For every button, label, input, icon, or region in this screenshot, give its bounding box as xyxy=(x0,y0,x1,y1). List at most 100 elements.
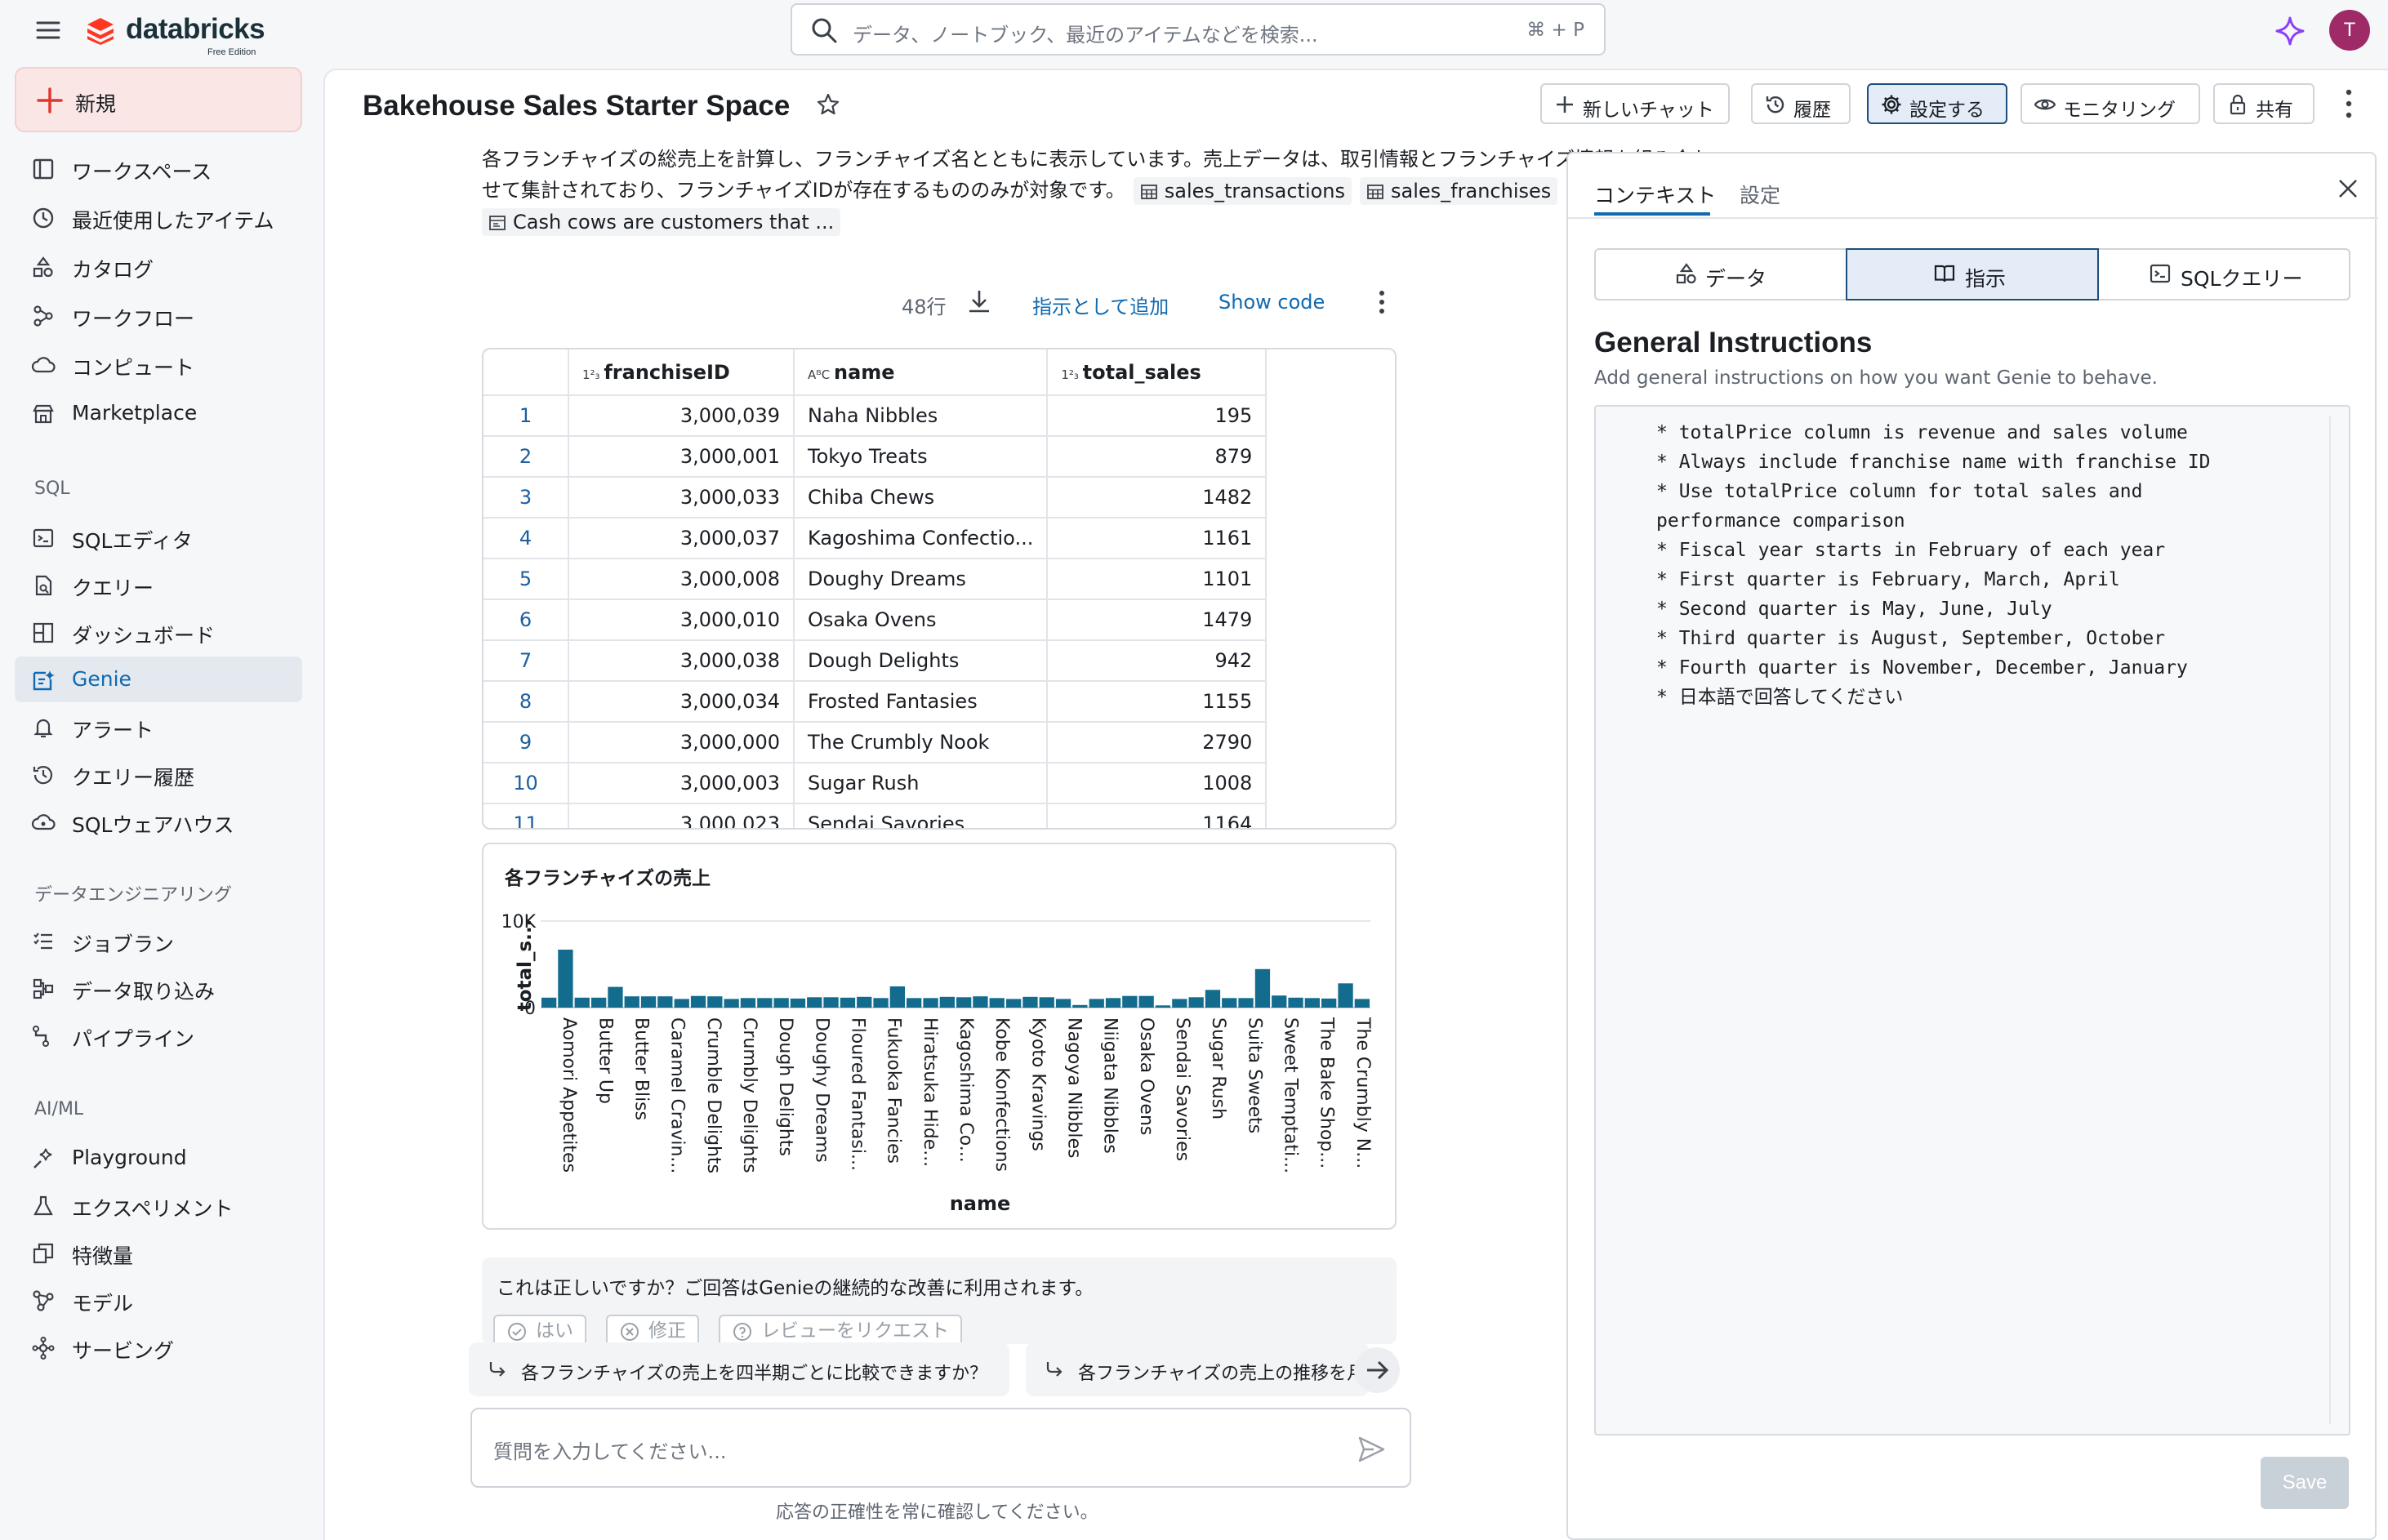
chart-bar[interactable] xyxy=(1188,997,1204,1008)
chart-bar[interactable] xyxy=(807,997,822,1008)
column-header-name[interactable]: AᴮC name xyxy=(794,349,1049,396)
history-button[interactable]: 履歴 xyxy=(1751,83,1851,124)
download-icon[interactable] xyxy=(965,287,993,315)
chart-bar[interactable] xyxy=(1089,999,1104,1008)
sidebar-item-alerts[interactable]: アラート xyxy=(15,704,302,750)
more-options-icon[interactable] xyxy=(1374,287,1390,317)
table-row[interactable]: 9 3,000,000 The Crumbly Nook 2790 xyxy=(483,722,1268,763)
sidebar-item-serving[interactable]: サービング xyxy=(15,1324,302,1370)
next-suggestions-button[interactable] xyxy=(1354,1347,1400,1393)
send-icon[interactable] xyxy=(1356,1434,1387,1465)
user-avatar[interactable]: T xyxy=(2329,10,2370,51)
assistant-sparkle-icon[interactable] xyxy=(2274,15,2306,47)
sidebar-item-workflows[interactable]: ワークフロー xyxy=(15,292,302,338)
chart-bar[interactable] xyxy=(973,996,988,1008)
chart-bar[interactable] xyxy=(1072,1004,1088,1008)
chart-bar[interactable] xyxy=(907,998,922,1008)
sidebar-item-catalog[interactable]: カタログ xyxy=(15,243,302,289)
table-row[interactable]: 1 3,000,039 Naha Nibbles 195 xyxy=(483,395,1268,437)
chart-bar[interactable] xyxy=(1304,998,1320,1008)
chart-bar[interactable] xyxy=(657,996,673,1008)
chart-bar[interactable] xyxy=(690,995,706,1008)
sidebar-item-workspace[interactable]: ワークスペース xyxy=(15,145,302,191)
chart-bar[interactable] xyxy=(1055,999,1071,1008)
chart-bar[interactable] xyxy=(1222,998,1237,1008)
chart-bar[interactable] xyxy=(1272,995,1287,1008)
chart-bar[interactable] xyxy=(857,996,872,1008)
sidebar-item-sql-warehouses[interactable]: SQLウェアハウス xyxy=(15,799,302,844)
sidebar-item-features[interactable]: 特徴量 xyxy=(15,1230,302,1275)
chart-bar[interactable] xyxy=(989,998,1005,1008)
sidebar-item-marketplace[interactable]: Marketplace xyxy=(15,390,302,436)
question-input[interactable]: 質問を入力してください... xyxy=(470,1408,1411,1488)
table-row[interactable]: 8 3,000,034 Frosted Fantasies 1155 xyxy=(483,681,1268,723)
chart-bar[interactable] xyxy=(640,996,657,1008)
table-row[interactable]: 3 3,000,033 Chiba Chews 1482 xyxy=(483,477,1268,519)
chart-bar[interactable] xyxy=(1338,983,1353,1008)
chart-bar[interactable] xyxy=(773,998,789,1008)
instruction-chip[interactable]: Cash cows are customers that ... xyxy=(482,208,841,236)
chart-bar[interactable] xyxy=(1172,999,1187,1008)
column-header-total-sales[interactable]: 1²₃ total_sales xyxy=(1047,349,1268,396)
request-review-button[interactable]: レビューをリクエスト xyxy=(719,1315,962,1344)
configure-button[interactable]: 設定する xyxy=(1867,83,2007,124)
sidebar-item-dashboards[interactable]: ダッシュボード xyxy=(15,609,302,655)
menu-icon[interactable] xyxy=(33,15,64,46)
chart-bar[interactable] xyxy=(674,999,689,1008)
sidebar-item-sql-editor[interactable]: SQLエディタ xyxy=(15,514,302,560)
chart-bar[interactable] xyxy=(558,950,573,1008)
chart-bar[interactable] xyxy=(956,997,972,1008)
chart-bar[interactable] xyxy=(1105,998,1121,1008)
chart-bar[interactable] xyxy=(1039,997,1054,1008)
fix-button[interactable]: 修正 xyxy=(606,1315,699,1344)
chart-bar[interactable] xyxy=(873,998,889,1008)
more-options-icon[interactable] xyxy=(2334,85,2363,122)
chart-bar[interactable] xyxy=(541,997,557,1008)
chart-bar[interactable] xyxy=(1155,1005,1171,1008)
sidebar-item-experiments[interactable]: エクスペリメント xyxy=(15,1182,302,1228)
sidebar-item-genie[interactable]: Genie xyxy=(15,657,302,702)
share-button[interactable]: 共有 xyxy=(2213,83,2314,124)
table-row[interactable]: 2 3,000,001 Tokyo Treats 879 xyxy=(483,436,1268,478)
chart-bar[interactable] xyxy=(889,986,905,1008)
save-button[interactable]: Save xyxy=(2261,1457,2349,1509)
sidebar-item-compute[interactable]: コンピュート xyxy=(15,341,302,387)
chart-bar[interactable] xyxy=(591,997,607,1008)
search-input[interactable]: データ、ノートブック、最近のアイテムなどを検索... ⌘ + P xyxy=(791,3,1606,56)
sidebar-item-query-history[interactable]: クエリー履歴 xyxy=(15,751,302,797)
sidebar-item-pipelines[interactable]: パイプライン xyxy=(15,1013,302,1058)
suggestion-chip[interactable]: 各フランチャイズの売上の推移を月 xyxy=(1026,1342,1369,1396)
segment-sql-queries[interactable]: SQLクエリー xyxy=(2099,250,2350,299)
chart-bar[interactable] xyxy=(624,996,639,1008)
tab-context[interactable]: コンテキスト xyxy=(1594,180,1716,209)
column-header-franchiseid[interactable]: 1²₃ franchiseID xyxy=(568,349,795,396)
sidebar-item-job-runs[interactable]: ジョブラン xyxy=(15,918,302,964)
chart-bar[interactable] xyxy=(1288,997,1303,1008)
sidebar-item-queries[interactable]: クエリー xyxy=(15,562,302,608)
table-row[interactable]: 10 3,000,003 Sugar Rush 1008 xyxy=(483,763,1268,804)
sidebar-item-data-ingestion[interactable]: データ取り込み xyxy=(15,965,302,1011)
chart-bar[interactable] xyxy=(574,997,590,1008)
table-row[interactable]: 6 3,000,010 Osaka Ovens 1479 xyxy=(483,599,1268,641)
tab-settings[interactable]: 設定 xyxy=(1740,180,1780,209)
sidebar-item-models[interactable]: モデル xyxy=(15,1277,302,1323)
table-row[interactable]: 11 3,000,023 Sendai Savories 1164 xyxy=(483,803,1268,828)
new-chat-button[interactable]: 新しいチャット xyxy=(1540,83,1730,124)
chart-bar[interactable] xyxy=(1238,998,1254,1008)
suggestion-chip[interactable]: 各フランチャイズの売上を四半期ごとに比較できますか？ xyxy=(469,1342,1009,1396)
add-as-instruction-link[interactable]: 指示として追加 xyxy=(1032,291,1169,319)
segment-data[interactable]: データ xyxy=(1596,250,1846,299)
sidebar-item-recents[interactable]: 最近使用したアイテム xyxy=(15,194,302,240)
chart-bar[interactable] xyxy=(1354,999,1370,1008)
chart-bar[interactable] xyxy=(823,997,839,1008)
chart-bar[interactable] xyxy=(707,996,723,1008)
table-chip[interactable]: sales_franchises xyxy=(1360,177,1558,205)
chart-bar[interactable] xyxy=(1022,996,1038,1008)
chart-bar[interactable] xyxy=(1205,990,1221,1008)
star-icon[interactable] xyxy=(815,91,841,118)
chart-bar[interactable] xyxy=(757,998,773,1008)
close-icon[interactable] xyxy=(2334,175,2362,203)
chart-bar[interactable] xyxy=(1321,998,1337,1008)
yes-button[interactable]: はい xyxy=(493,1315,586,1344)
sidebar-item-playground[interactable]: Playground xyxy=(15,1135,302,1181)
